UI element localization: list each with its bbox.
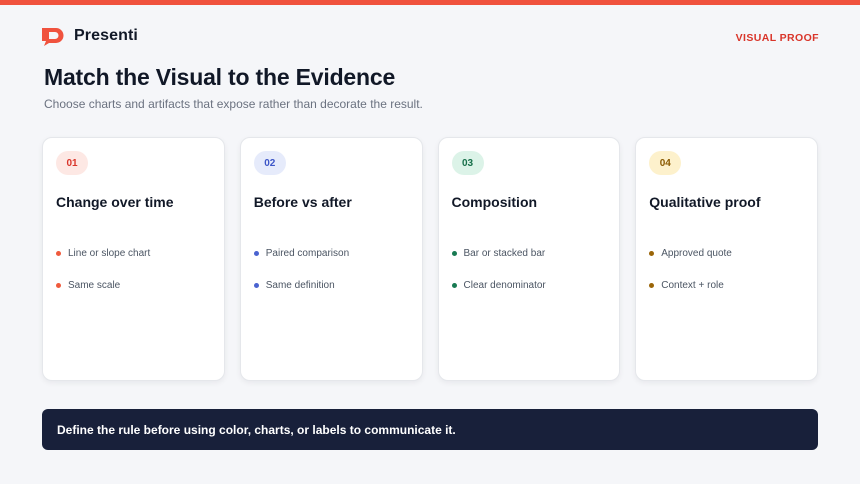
card-title: Before vs after	[253, 194, 352, 210]
bullet-text: Approved quote	[661, 248, 732, 259]
logo[interactable]: Presenti	[40, 25, 138, 47]
bullet-text: Clear denominator	[463, 280, 546, 291]
card-title: Qualitative proof	[649, 194, 761, 210]
bullet-dot-icon	[451, 251, 457, 256]
brand-name: Presenti	[74, 27, 138, 44]
bullet-text: Same scale	[68, 280, 121, 291]
card-composition: 03 Composition Bar or stacked bar Clear …	[437, 137, 621, 381]
card-grid: 01 Change over time Line or slope chart …	[42, 137, 818, 381]
bullet-dot-icon	[451, 283, 457, 288]
card-bullet: Same definition	[253, 280, 335, 291]
bullet-dot-icon	[56, 283, 61, 288]
bullet-text: Paired comparison	[265, 248, 350, 259]
bullet-dot-icon	[253, 283, 259, 288]
bullet-dot-icon	[253, 251, 259, 256]
bullet-text: Same definition	[265, 280, 335, 291]
card-number-badge: 04	[649, 151, 682, 175]
top-accent-bar	[0, 0, 860, 5]
card-number-badge: 02	[253, 151, 286, 175]
card-before-vs-after: 02 Before vs after Paired comparison Sam…	[239, 137, 423, 381]
card-change-over-time: 01 Change over time Line or slope chart …	[42, 137, 225, 381]
card-number-badge: 03	[451, 151, 484, 175]
card-qualitative-proof: 04 Qualitative proof Approved quote Cont…	[635, 137, 818, 381]
card-bullet: Context + role	[649, 280, 724, 291]
card-number-badge: 01	[56, 151, 88, 175]
bullet-text: Bar or stacked bar	[463, 248, 546, 259]
card-bullet: Same scale	[56, 280, 120, 291]
presenti-logo-icon	[40, 25, 68, 47]
bullet-text: Context + role	[661, 280, 724, 291]
bullet-dot-icon	[56, 251, 61, 256]
bullet-dot-icon	[649, 283, 655, 288]
page-title: Match the Visual to the Evidence	[44, 64, 396, 90]
page-subtitle: Choose charts and artifacts that expose …	[44, 97, 423, 111]
card-title: Composition	[451, 194, 538, 210]
footer-callout: Define the rule before using color, char…	[42, 409, 818, 450]
bullet-dot-icon	[649, 251, 655, 256]
card-bullet: Line or slope chart	[56, 248, 150, 259]
bullet-text: Line or slope chart	[68, 248, 151, 259]
card-bullet: Clear denominator	[451, 280, 546, 291]
card-bullet: Paired comparison	[253, 248, 350, 259]
section-tag: VISUAL PROOF	[735, 32, 819, 44]
card-bullet: Approved quote	[649, 248, 732, 259]
card-title: Change over time	[56, 194, 174, 210]
card-bullet: Bar or stacked bar	[451, 248, 546, 259]
